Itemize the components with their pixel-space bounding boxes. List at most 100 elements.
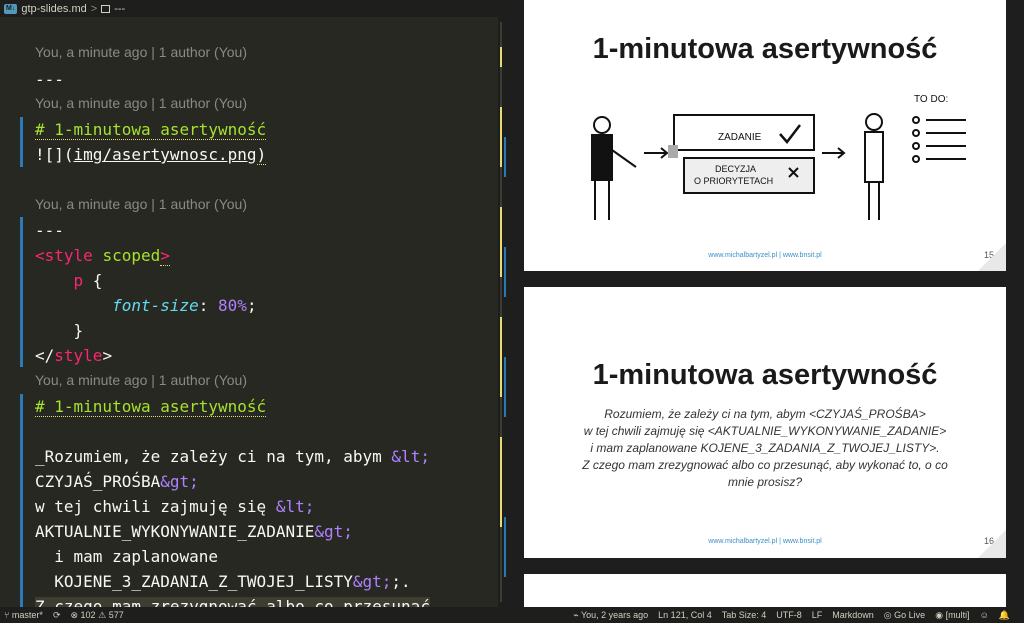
tag-bracket: > — [102, 346, 113, 365]
minimap-mark — [500, 47, 502, 67]
image-syntax: ![]( — [35, 145, 74, 164]
code-area[interactable]: You, a minute ago | 1 author (You) --- Y… — [0, 17, 498, 607]
arrow-icon — [822, 147, 846, 159]
css-value: 80% — [218, 296, 247, 315]
todo-label: TO DO: — [914, 94, 948, 105]
image-path[interactable]: img/asertywnosc.png — [74, 145, 257, 164]
blame-annotation: You, a minute ago | 1 author (You) — [35, 372, 247, 388]
css-property: font-size — [112, 296, 199, 315]
tab-size[interactable]: Tab Size: 4 — [722, 610, 767, 621]
code-line[interactable]: w tej chwili zajmuję się &lt; — [35, 497, 314, 516]
slide-text-line: i mam zaplanowane KOJENE_3_ZADANIA_Z_TWO… — [590, 441, 940, 455]
code-line[interactable]: <style scoped> — [35, 246, 170, 266]
html-entity: &gt; — [160, 472, 199, 491]
breadcrumb-file[interactable]: gtp-slides.md — [21, 3, 86, 15]
blame-status[interactable]: ⌁ You, 2 years ago — [573, 610, 648, 621]
html-entity: &lt; — [275, 497, 315, 516]
tag-bracket: </ — [35, 346, 55, 365]
git-change-bar — [20, 394, 23, 607]
code-line[interactable]: KOJENE_3_ZADANIA_Z_TWOJEJ_LISTY&gt;;. — [35, 572, 411, 591]
code-line[interactable]: </style> — [35, 346, 112, 365]
encoding[interactable]: UTF-8 — [776, 610, 802, 621]
code-line[interactable]: i mam zaplanowane — [35, 547, 218, 566]
feedback-icon[interactable]: ☺ — [980, 610, 989, 621]
html-entity: &gt; — [314, 522, 353, 541]
code-line[interactable]: } — [35, 321, 84, 340]
minimap-mark — [500, 207, 502, 277]
slide-footer[interactable]: www.michalbartyzel.pl | www.bnsit.pl — [524, 538, 1006, 545]
heading-text: # 1-minutowa asertywność — [35, 120, 267, 140]
slide-paragraph: Rozumiem, że zależy ci na tym, abym <CZY… — [544, 406, 986, 491]
minimap-mark — [504, 517, 506, 577]
code-line[interactable]: --- — [35, 221, 64, 240]
html-entity: &lt; — [391, 447, 430, 466]
language-mode[interactable]: Markdown — [832, 610, 874, 621]
person-icon — [864, 113, 884, 220]
info-count: 577 — [108, 609, 124, 620]
slide-16[interactable]: 1-minutowa asertywność Rozumiem, że zale… — [524, 287, 1006, 558]
branch-indicator[interactable]: ⑂ master* — [4, 610, 43, 620]
task-label: ZADANIE — [718, 132, 762, 143]
code-line-current[interactable]: Z czego mam zrezygnować albo co przesuną… — [35, 597, 430, 607]
minimap-scrollbar[interactable] — [498, 17, 510, 607]
warning-icon: ⚠ — [98, 609, 107, 620]
go-live-button[interactable]: ◎ Go Live — [884, 610, 925, 621]
image-syntax-end: ) — [256, 145, 267, 165]
multi-indicator[interactable]: ◉ [multi] — [935, 610, 969, 621]
breadcrumb: M↓ gtp-slides.md > --- — [0, 0, 510, 17]
breadcrumb-section[interactable]: --- — [114, 3, 125, 15]
branch-name: master* — [11, 610, 43, 620]
broadcast-icon: ◎ — [883, 609, 892, 620]
markdown-preview-pane[interactable]: 1-minutowa asertywność ZADANIE DECYZJA O… — [510, 0, 1024, 607]
slide-15[interactable]: 1-minutowa asertywność ZADANIE DECYZJA O… — [524, 0, 1006, 271]
eye-icon: ◉ — [935, 609, 944, 620]
slide-title: 1-minutowa asertywność — [592, 359, 938, 391]
code-line[interactable]: font-size: 80%; — [35, 296, 257, 315]
editor-pane[interactable]: M↓ gtp-slides.md > --- You, a minute ago… — [0, 0, 510, 607]
blame-annotation: You, a minute ago | 1 author (You) — [35, 44, 247, 60]
text-run: CZYJAŚ_PROŚBA — [35, 472, 161, 491]
section-icon — [101, 4, 111, 13]
slide-footer[interactable]: www.michalbartyzel.pl | www.bnsit.pl — [524, 252, 1006, 259]
text-run: KOJENE_3_ZADANIA_Z_TWOJEJ_LISTY — [35, 572, 353, 591]
code-line[interactable]: # 1-minutowa asertywność — [35, 397, 267, 417]
tag-attribute: scoped — [102, 246, 161, 265]
text-run: ;. — [391, 572, 411, 591]
css-brace: } — [73, 321, 84, 340]
css-semicolon: ; — [246, 296, 257, 315]
tag-bracket: > — [160, 246, 170, 266]
problems-indicator[interactable]: ⊗ 102 ⚠ 577 — [70, 610, 123, 621]
code-line[interactable]: _Rozumiem, że zależy ci na tym, abym &lt… — [35, 447, 430, 466]
blame-text: You, 2 years ago — [580, 609, 649, 620]
css-selector: p — [73, 271, 84, 290]
minimap-mark — [500, 437, 502, 527]
cursor-position[interactable]: Ln 121, Col 4 — [658, 610, 712, 621]
code-line[interactable]: p { — [35, 271, 103, 290]
slide-17[interactable] — [524, 574, 1006, 607]
code-line[interactable]: CZYJAŚ_PROŚBA&gt; — [35, 472, 199, 491]
sync-icon[interactable]: ⟳ — [53, 610, 61, 621]
slide-text-line: mnie prosisz? — [727, 475, 803, 489]
markdown-icon: M↓ — [4, 3, 18, 14]
blame-annotation: You, a minute ago | 1 author (You) — [35, 196, 247, 212]
html-entity: &gt; — [352, 572, 392, 591]
breadcrumb-separator: > — [90, 2, 98, 15]
arrow-icon — [644, 147, 669, 159]
blame-annotation: You, a minute ago | 1 author (You) — [35, 95, 247, 111]
minimap-mark — [500, 107, 502, 167]
slide-corner-decoration — [978, 530, 1006, 558]
code-line[interactable]: # 1-minutowa asertywność — [35, 120, 267, 140]
code-line[interactable]: AKTUALNIE_WYKONYWANIE_ZADANIE&gt; — [35, 522, 353, 541]
branch-icon: ⑂ — [4, 610, 10, 620]
css-brace: { — [83, 271, 103, 290]
tag-name: style — [44, 246, 93, 265]
git-change-bar — [20, 117, 23, 167]
notifications-icon[interactable]: 🔔 — [999, 610, 1010, 621]
slide-text-line: Z czego mam zrezygnować albo co przesuną… — [582, 458, 948, 472]
minimap-mark — [504, 357, 506, 417]
minimap-mark — [500, 317, 502, 397]
decision-label-2: O PRIORYTETACH — [694, 176, 773, 186]
code-line[interactable]: --- — [35, 70, 64, 89]
end-of-line[interactable]: LF — [812, 610, 823, 621]
code-line[interactable]: ![](img/asertywnosc.png) — [35, 145, 267, 165]
